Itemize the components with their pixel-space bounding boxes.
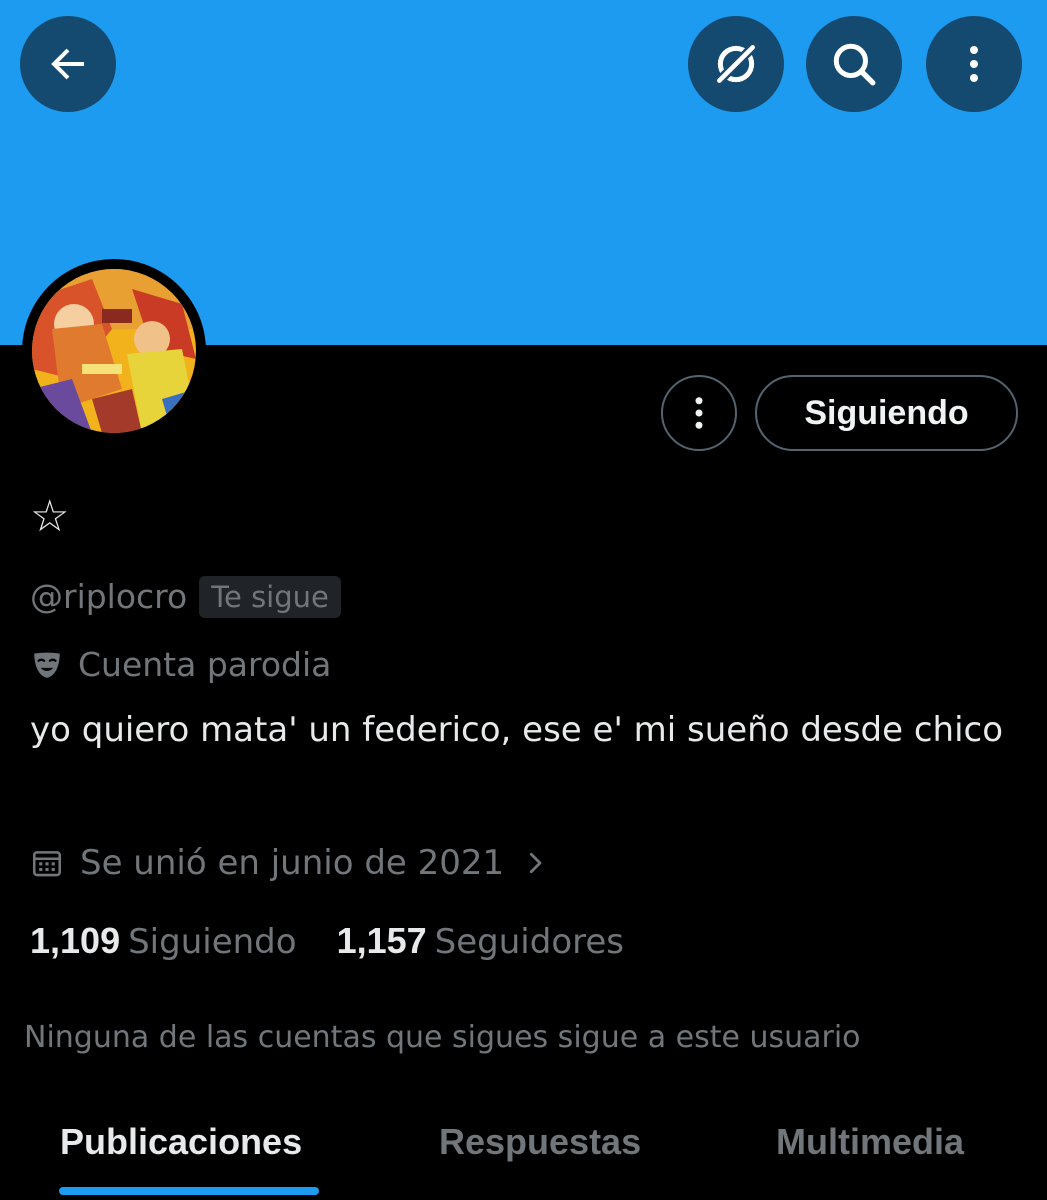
theater-mask-icon <box>34 652 60 678</box>
handle: @riplocro <box>30 577 188 616</box>
tab-respuestas[interactable]: Respuestas <box>439 1110 641 1174</box>
avatar-container[interactable] <box>22 259 206 443</box>
grok-button[interactable] <box>688 16 784 112</box>
following-button[interactable]: Siguiendo <box>755 375 1018 451</box>
search-button[interactable] <box>806 16 902 112</box>
calendar-icon <box>32 851 62 877</box>
tab-publicaciones[interactable]: Publicaciones <box>60 1110 302 1174</box>
back-button[interactable] <box>20 16 116 112</box>
joined-date: Se unió en junio de 2021 <box>80 843 505 883</box>
parody-label-row[interactable]: Cuenta parodia <box>30 640 331 690</box>
follows-you-badge: Te sigue <box>199 576 341 618</box>
following-label: Siguiendo <box>128 922 297 962</box>
following-stat[interactable]: 1,109 Siguiendo <box>30 916 297 967</box>
profile-more-button[interactable] <box>661 375 737 451</box>
followers-label: Seguidores <box>434 922 624 962</box>
profile-tabs: Publicaciones Respuestas Multimedia <box>0 1110 1047 1200</box>
followers-stat[interactable]: 1,157 Seguidores <box>337 916 624 967</box>
chevron-right-icon <box>530 852 542 874</box>
header-more-button[interactable] <box>926 16 1022 112</box>
display-name: ☆ <box>30 491 70 542</box>
grok-icon <box>712 40 760 88</box>
search-icon <box>833 43 876 86</box>
tab-multimedia[interactable]: Multimedia <box>776 1110 964 1174</box>
handle-row: @riplocro Te sigue <box>30 572 341 622</box>
follow-stats: 1,109 Siguiendo 1,157 Seguidores <box>30 916 624 967</box>
avatar <box>32 269 196 433</box>
joined-date-row[interactable]: Se unió en junio de 2021 <box>30 838 550 888</box>
more-vertical-icon <box>970 46 978 82</box>
parody-label: Cuenta parodia <box>78 645 332 684</box>
mutual-followers-note: Ninguna de las cuentas que sigues sigue … <box>24 1020 861 1055</box>
followers-count: 1,157 <box>336 920 427 961</box>
arrow-left-icon <box>51 48 84 80</box>
active-tab-indicator <box>59 1187 319 1195</box>
more-vertical-icon <box>695 397 703 429</box>
profile-bio: yo quiero mata' un federico, ese e' mi s… <box>30 710 1004 750</box>
following-count: 1,109 <box>30 920 121 961</box>
